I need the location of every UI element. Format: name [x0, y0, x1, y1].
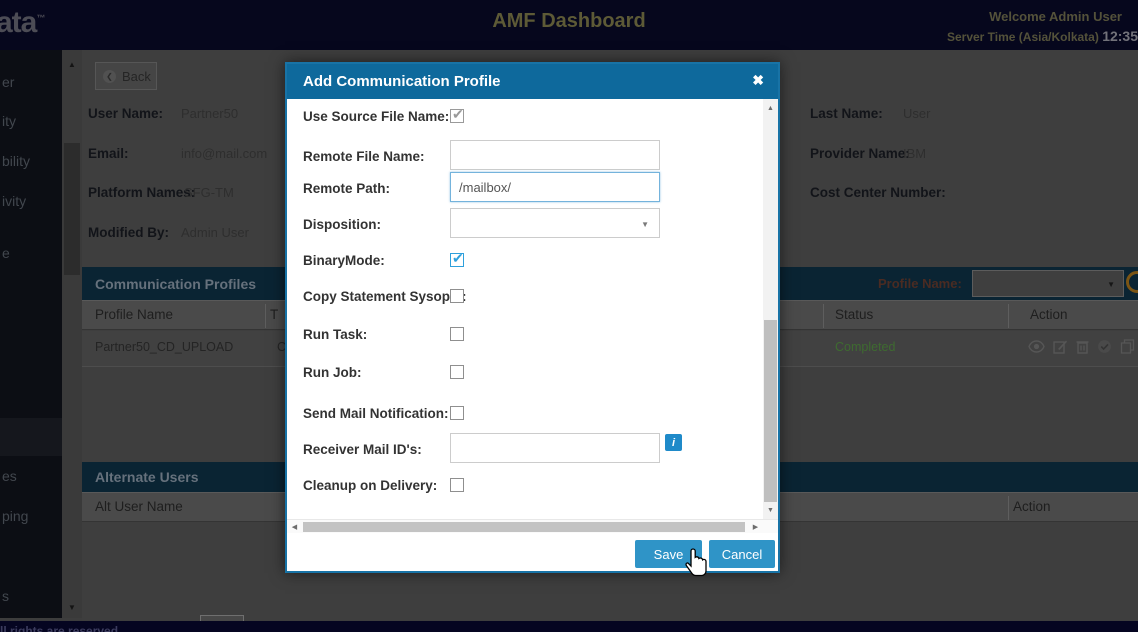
communication-profiles-title: Communication Profiles: [95, 275, 257, 292]
remote-path-input[interactable]: [450, 172, 660, 202]
dialog-titlebar: Add Communication Profile ✖: [287, 64, 778, 99]
approve-icon[interactable]: [1097, 339, 1112, 354]
field-label: Run Job:: [303, 365, 362, 380]
footer-text: ll rights are reserved: [0, 624, 119, 632]
copy-statement-sysopts-checkbox[interactable]: [450, 289, 464, 303]
chevron-down-icon: ▼: [641, 220, 649, 229]
user-name-value: Partner50: [181, 106, 239, 121]
dialog-vertical-scrollbar[interactable]: ▲ ▼: [763, 99, 778, 519]
back-button-label: Back: [122, 68, 151, 84]
scroll-down-icon[interactable]: ▼: [763, 503, 778, 517]
dialog-title: Add Communication Profile: [303, 73, 501, 90]
provider-name-label: Provider Name:: [810, 146, 910, 161]
copy-icon[interactable]: [1120, 339, 1135, 354]
welcome-user-text: Welcome Admin User: [989, 9, 1122, 24]
binary-mode-checkbox[interactable]: [450, 250, 464, 267]
mouse-cursor: [685, 548, 707, 577]
field-label: BinaryMode:: [303, 253, 385, 268]
sidebar-item-4[interactable]: ivity: [2, 193, 26, 209]
cleanup-on-delivery-checkbox[interactable]: [450, 478, 464, 492]
top-header-bar: ata™ AMF Dashboard Welcome Admin User Se…: [0, 0, 1138, 50]
column-divider: [1008, 496, 1009, 520]
field-label: Use Source File Name:: [303, 109, 450, 124]
scroll-left-icon[interactable]: ◀: [287, 520, 302, 534]
server-time-value: 12:35: [1102, 28, 1138, 44]
view-icon[interactable]: [1028, 340, 1045, 353]
scrollbar-thumb[interactable]: [764, 320, 777, 502]
last-name-label: Last Name:: [810, 106, 883, 121]
field-label: Send Mail Notification:: [303, 406, 449, 421]
field-label: Disposition:: [303, 217, 381, 232]
column-divider: [823, 304, 824, 328]
profile-name-filter-select[interactable]: ▼: [972, 270, 1124, 297]
sidebar-item-5[interactable]: e: [2, 245, 10, 261]
search-icon[interactable]: [1126, 271, 1138, 293]
use-source-file-name-checkbox[interactable]: [450, 106, 464, 123]
row-actions: [1028, 339, 1135, 354]
receiver-mail-ids-input[interactable]: [450, 433, 660, 463]
dialog-horizontal-scrollbar[interactable]: ◀ ▶: [287, 519, 778, 533]
cancel-button[interactable]: Cancel: [709, 540, 775, 568]
cost-center-label: Cost Center Number:: [810, 185, 946, 200]
col-alt-action: Action: [1013, 499, 1051, 514]
edit-icon[interactable]: [1053, 339, 1068, 354]
modified-by-value: Admin User: [181, 225, 249, 240]
field-label: Remote File Name:: [303, 149, 425, 164]
user-name-label: User Name:: [88, 106, 164, 121]
sidebar-item-6[interactable]: es: [2, 468, 17, 484]
close-icon[interactable]: ✖: [752, 72, 764, 89]
page-scrollbar[interactable]: ▲ ▼: [62, 50, 82, 618]
scroll-up-icon[interactable]: ▲: [763, 101, 778, 115]
field-label: Copy Statement Sysopts:: [303, 289, 467, 304]
sidebar-item-1[interactable]: er: [2, 74, 14, 90]
server-time-text: Server Time (Asia/Kolkata) 12:35: [946, 28, 1138, 44]
column-divider: [265, 304, 266, 328]
field-label: Cleanup on Delivery:: [303, 478, 438, 493]
alternate-users-title: Alternate Users: [95, 469, 199, 485]
add-communication-profile-dialog: Add Communication Profile ✖ Use Source F…: [285, 62, 780, 573]
field-label: Remote Path:: [303, 181, 391, 196]
field-label: Run Task:: [303, 327, 368, 342]
status-badge: Completed: [835, 340, 896, 354]
col-action: Action: [1030, 307, 1068, 322]
scrollbar-thumb[interactable]: [303, 522, 745, 532]
field-label: Receiver Mail ID's:: [303, 442, 422, 457]
page-footer: ll rights are reserved: [0, 621, 1138, 632]
col-alt-user-name: Alt User Name: [95, 499, 183, 514]
modified-by-label: Modified By:: [88, 225, 169, 240]
send-mail-notification-checkbox[interactable]: [450, 406, 464, 420]
back-button[interactable]: ❮ Back: [95, 62, 157, 90]
platform-names-label: Platform Names:: [88, 185, 196, 200]
col-status: Status: [835, 307, 874, 322]
email-value: info@mail.com: [181, 146, 268, 161]
email-label: Email:: [88, 146, 129, 161]
disposition-select[interactable]: ▼: [450, 208, 660, 238]
sidebar-item-7[interactable]: ping: [2, 508, 28, 524]
column-divider: [1008, 304, 1009, 328]
sidebar-divider: [0, 418, 62, 456]
info-icon[interactable]: i: [665, 434, 682, 451]
sidebar-item-3[interactable]: bility: [2, 153, 30, 169]
chevron-down-icon: ▼: [1107, 280, 1115, 289]
back-icon: ❮: [103, 69, 116, 83]
scroll-up-icon[interactable]: ▲: [62, 55, 82, 73]
delete-icon[interactable]: [1076, 339, 1089, 354]
run-job-checkbox[interactable]: [450, 365, 464, 379]
col-profile-name: Profile Name: [95, 307, 174, 322]
sidebar-item-2[interactable]: ity: [2, 113, 16, 129]
remote-file-name-input[interactable]: [450, 140, 660, 170]
scroll-down-icon[interactable]: ▼: [62, 598, 82, 616]
run-task-checkbox[interactable]: [450, 327, 464, 341]
scrollbar-thumb[interactable]: [64, 143, 80, 275]
scroll-right-icon[interactable]: ▶: [748, 520, 763, 534]
cell-profile-name: Partner50_CD_UPLOAD: [95, 340, 234, 354]
sidebar-item-8[interactable]: s: [2, 588, 9, 604]
sidebar-nav: er ity bility ivity e es ping s: [0, 50, 62, 618]
col-type: T: [270, 307, 279, 322]
last-name-value: User: [903, 106, 931, 121]
platform-names-value: SFG-TM: [184, 185, 234, 200]
provider-name-value: IBM: [903, 146, 927, 161]
profile-name-filter-label: Profile Name:: [878, 276, 962, 291]
